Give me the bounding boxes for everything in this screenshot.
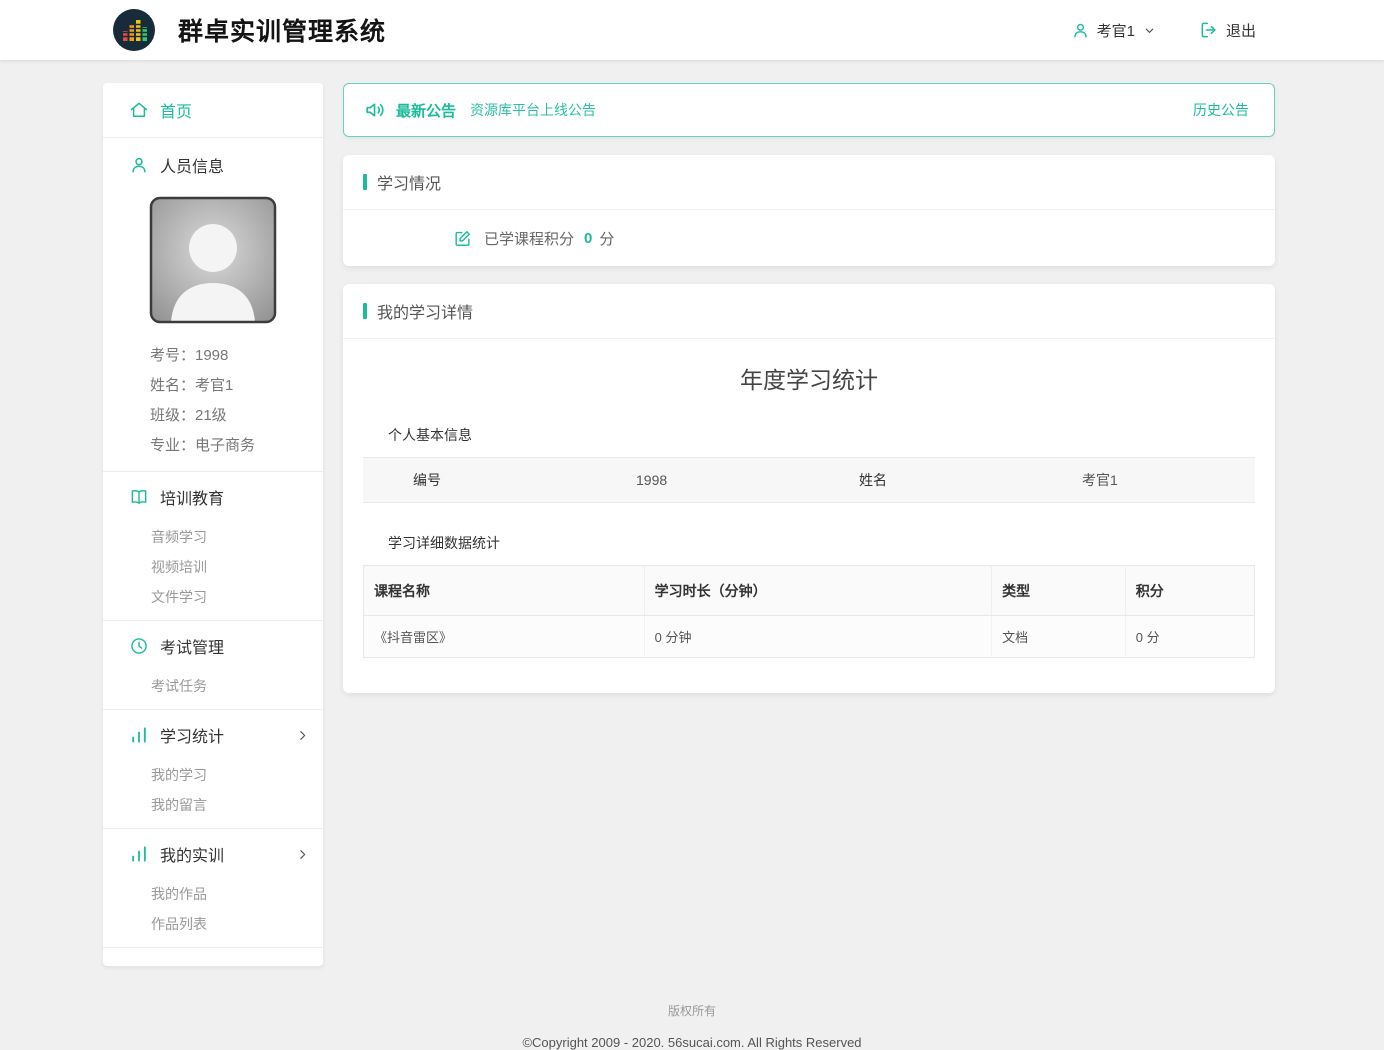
stats-submenu: 我的学习 我的留言: [103, 760, 323, 828]
chevron-right-icon: [296, 729, 309, 742]
col-type: 类型: [992, 566, 1126, 616]
study-data-table: 课程名称 学习时长（分钟） 类型 积分 《抖音雷区》 0 分钟 文档 0 分: [363, 565, 1255, 658]
sidebar-item-home[interactable]: 首页: [103, 83, 323, 137]
col-duration: 学习时长（分钟）: [644, 566, 991, 616]
study-status-title: 学习情况: [377, 170, 441, 194]
study-status-header: 学习情况: [343, 155, 1275, 210]
table-row: 《抖音雷区》 0 分钟 文档 0 分: [364, 616, 1255, 658]
sidebar-item-file-study[interactable]: 文件学习: [151, 582, 323, 612]
home-icon: [129, 100, 149, 120]
bar-chart-icon: [129, 725, 149, 745]
sidebar: 首页 人员信息: [103, 83, 323, 966]
sidebar-item-my-study[interactable]: 我的学习: [151, 760, 323, 790]
score-value: 0: [584, 230, 592, 247]
sidebar-item-profile-label: 人员信息: [160, 153, 224, 177]
user-icon: [1071, 21, 1090, 40]
sidebar-item-stats[interactable]: 学习统计: [103, 710, 323, 760]
sidebar-item-video-training[interactable]: 视频培训: [151, 552, 323, 582]
clock-icon: [129, 636, 149, 656]
study-detail-body: 年度学习统计 个人基本信息 编号 1998 姓名 考官1 学习详细数据统计 课程…: [343, 339, 1275, 693]
sidebar-item-practice[interactable]: 我的实训: [103, 829, 323, 879]
footer-rights: 版权所有: [0, 1002, 1384, 1019]
annual-stats-heading: 年度学习统计: [363, 361, 1255, 395]
basic-id-value: 1998: [586, 472, 809, 488]
practice-submenu: 我的作品 作品列表: [103, 879, 323, 947]
sidebar-item-exam-task[interactable]: 考试任务: [151, 671, 323, 701]
chevron-right-icon: [296, 848, 309, 861]
avatar: [149, 196, 277, 329]
basic-name-value: 考官1: [1032, 470, 1255, 490]
sidebar-item-practice-label: 我的实训: [160, 842, 224, 866]
basic-info-label: 个人基本信息: [388, 425, 1255, 445]
profile-field-name: 姓名：考官1: [150, 371, 323, 401]
cell-duration: 0 分钟: [644, 616, 991, 658]
footer: 版权所有 ©Copyright 2009 - 2020. 56sucai.com…: [0, 966, 1384, 1050]
profile-fields: 考号：1998 姓名：考官1 班级：21级 专业：电子商务: [103, 341, 323, 471]
training-submenu: 音频学习 视频培训 文件学习: [103, 522, 323, 620]
cell-course-name: 《抖音雷区》: [364, 616, 645, 658]
section-marker: [363, 174, 367, 190]
sidebar-item-training[interactable]: 培训教育: [103, 472, 323, 522]
sidebar-item-my-works[interactable]: 我的作品: [151, 879, 323, 909]
sidebar-item-works-list[interactable]: 作品列表: [151, 909, 323, 939]
basic-info-row: 编号 1998 姓名 考官1: [363, 457, 1255, 503]
score-unit: 分: [599, 228, 614, 249]
sidebar-section-training: 培训教育 音频学习 视频培训 文件学习: [103, 472, 323, 621]
study-status-card: 学习情况 已学课程积分 0 分: [343, 155, 1275, 266]
notice-history-link[interactable]: 历史公告: [1193, 100, 1249, 120]
logout-button[interactable]: 退出: [1199, 20, 1256, 41]
col-course-name: 课程名称: [364, 566, 645, 616]
sidebar-item-home-label: 首页: [160, 98, 192, 122]
logout-icon: [1199, 20, 1219, 40]
section-marker: [363, 303, 367, 319]
sidebar-item-profile[interactable]: 人员信息: [103, 138, 323, 192]
user-name: 考官1: [1097, 20, 1135, 41]
app-logo-icon: [112, 8, 156, 52]
basic-name-label: 姓名: [809, 470, 1032, 490]
sidebar-item-training-label: 培训教育: [160, 485, 224, 509]
study-status-body: 已学课程积分 0 分: [343, 210, 1275, 266]
edit-icon: [453, 229, 472, 248]
study-detail-title: 我的学习详情: [377, 299, 473, 323]
user-menu[interactable]: 考官1: [1071, 20, 1155, 41]
table-header-row: 课程名称 学习时长（分钟） 类型 积分: [364, 566, 1255, 616]
score-label: 已学课程积分: [484, 228, 574, 249]
main-content: 最新公告 资源库平台上线公告 历史公告 学习情况 已学课程积分 0 分: [343, 83, 1275, 693]
logout-label: 退出: [1226, 20, 1256, 41]
notice-link[interactable]: 资源库平台上线公告: [470, 100, 596, 120]
col-score: 积分: [1125, 566, 1254, 616]
header: 群卓实训管理系统 考官1 退出: [0, 0, 1384, 60]
profile-field-class: 班级：21级: [150, 401, 323, 431]
cell-score: 0 分: [1125, 616, 1254, 658]
sidebar-section-home: 首页: [103, 83, 323, 138]
sidebar-section-practice: 我的实训 我的作品 作品列表: [103, 829, 323, 948]
sidebar-item-audio-study[interactable]: 音频学习: [151, 522, 323, 552]
profile-field-exam-no: 考号：1998: [150, 341, 323, 371]
stats-data-label: 学习详细数据统计: [388, 533, 1255, 553]
sidebar-section-exam: 考试管理 考试任务: [103, 621, 323, 710]
person-icon: [129, 155, 149, 175]
sidebar-section-profile: 人员信息: [103, 138, 323, 472]
sidebar-section-stats: 学习统计 我的学习 我的留言: [103, 710, 323, 829]
page-body: 首页 人员信息: [0, 60, 1384, 966]
sidebar-item-stats-label: 学习统计: [160, 723, 224, 747]
basic-id-label: 编号: [363, 470, 586, 490]
speaker-icon: [364, 99, 386, 121]
header-actions: 考官1 退出: [1071, 20, 1256, 41]
sidebar-item-exam[interactable]: 考试管理: [103, 621, 323, 671]
footer-copyright: ©Copyright 2009 - 2020. 56sucai.com. All…: [0, 1035, 1384, 1050]
notice-latest-label: 最新公告: [396, 100, 456, 121]
chevron-down-icon: [1144, 25, 1155, 36]
book-icon: [129, 487, 149, 507]
app-title: 群卓实训管理系统: [178, 12, 386, 48]
profile-field-major: 专业：电子商务: [150, 431, 323, 461]
study-detail-header: 我的学习详情: [343, 284, 1275, 339]
cell-type: 文档: [992, 616, 1126, 658]
sidebar-item-exam-label: 考试管理: [160, 634, 224, 658]
exam-submenu: 考试任务: [103, 671, 323, 709]
study-detail-card: 我的学习详情 年度学习统计 个人基本信息 编号 1998 姓名 考官1 学习详细…: [343, 284, 1275, 693]
bar-chart-icon: [129, 844, 149, 864]
sidebar-item-my-messages[interactable]: 我的留言: [151, 790, 323, 820]
notice-bar: 最新公告 资源库平台上线公告 历史公告: [343, 83, 1275, 137]
